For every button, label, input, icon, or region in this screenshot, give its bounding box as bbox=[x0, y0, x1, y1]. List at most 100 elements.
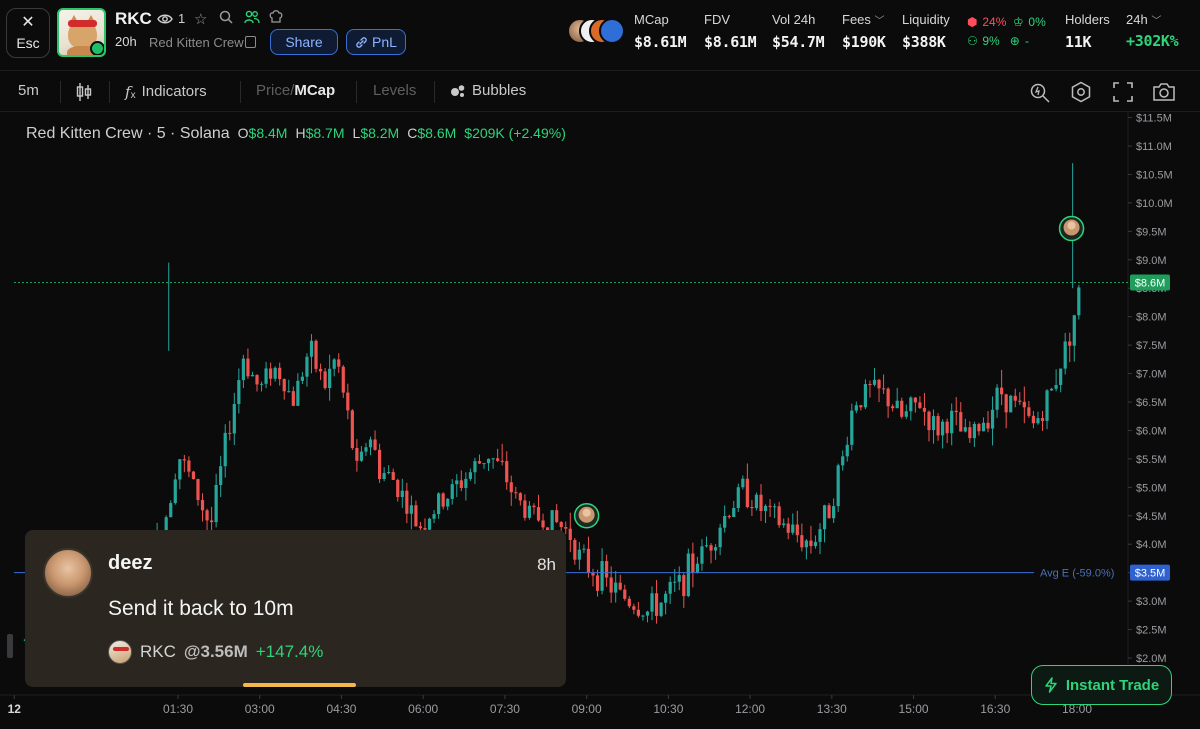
users-icon[interactable] bbox=[244, 10, 260, 28]
candle-body bbox=[341, 366, 345, 393]
stat-label: Vol 24h bbox=[772, 12, 816, 27]
comment-username[interactable]: deez bbox=[108, 552, 152, 575]
candle-body bbox=[727, 515, 731, 517]
candle-body bbox=[677, 575, 681, 582]
eye-icon bbox=[157, 14, 173, 23]
interval-button[interactable]: 5m bbox=[18, 82, 39, 99]
candle-body bbox=[609, 577, 613, 593]
esc-label: Esc bbox=[16, 35, 40, 51]
copy-icon[interactable] bbox=[245, 36, 256, 48]
price-option[interactable]: Price bbox=[256, 82, 290, 99]
candle-body bbox=[745, 478, 749, 507]
candle-body bbox=[963, 427, 967, 432]
candle-body bbox=[250, 374, 255, 377]
candle-body bbox=[259, 383, 264, 385]
pnl-button[interactable]: PnL bbox=[346, 29, 406, 55]
y-tick-label: $11.0M bbox=[1136, 141, 1172, 153]
indicators-button[interactable]: fx Indicators bbox=[125, 82, 207, 102]
mcap-option[interactable]: MCap bbox=[294, 82, 335, 99]
candle-body bbox=[491, 458, 495, 460]
avatar[interactable] bbox=[43, 548, 93, 598]
divider bbox=[109, 81, 110, 103]
candle-body bbox=[232, 403, 236, 434]
y-tick-label: $5.0M bbox=[1136, 482, 1167, 494]
token-logo[interactable] bbox=[57, 8, 106, 57]
candle-body bbox=[418, 526, 423, 529]
stat-value: $8.61M bbox=[704, 33, 757, 51]
candle-body bbox=[1068, 341, 1072, 346]
candle-body bbox=[927, 411, 931, 431]
comment-popup[interactable]: deez 8h Send it back to 10m RKC @3.56M +… bbox=[25, 530, 566, 687]
candle-body bbox=[359, 451, 364, 461]
candle-body bbox=[886, 388, 890, 407]
carousel-indicator[interactable] bbox=[243, 683, 356, 687]
candle-body bbox=[623, 589, 627, 599]
candle-body bbox=[904, 411, 908, 417]
instant-trade-button[interactable]: Instant Trade bbox=[1031, 665, 1172, 705]
chef-hat-icon[interactable] bbox=[269, 10, 283, 28]
timeframe-select[interactable]: 24h ﹀ bbox=[1126, 12, 1161, 27]
bubbles-label: Bubbles bbox=[472, 82, 527, 99]
levels-button[interactable]: Levels bbox=[373, 82, 416, 99]
x-tick-label: 12 bbox=[8, 702, 22, 716]
bubbles-button[interactable]: Bubbles bbox=[450, 82, 526, 99]
legend-change: $209K (+2.49%) bbox=[464, 125, 566, 141]
y-tick-label: $5.5M bbox=[1136, 454, 1167, 466]
star-icon[interactable]: ☆ bbox=[194, 10, 207, 28]
token-header: ✕ Esc RKC 1 ☆ 20h Red Kitten Crew Share … bbox=[0, 0, 1200, 70]
candle-type-button[interactable] bbox=[75, 82, 93, 102]
stat-fees[interactable]: Fees ﹀ $190K bbox=[842, 12, 886, 51]
candle-body bbox=[486, 458, 491, 464]
candle-body bbox=[841, 456, 845, 466]
candle-body bbox=[323, 371, 327, 389]
candle-body bbox=[795, 524, 799, 536]
fullscreen-icon[interactable] bbox=[1110, 79, 1136, 105]
candle-body bbox=[300, 376, 305, 381]
y-tick-label: $2.5M bbox=[1136, 625, 1167, 637]
stat-label: MCap bbox=[634, 12, 669, 27]
candle-body bbox=[845, 444, 849, 457]
chef-hat-icon: ♔ bbox=[1013, 15, 1024, 29]
price-mcap-toggle[interactable]: Price/MCap bbox=[256, 82, 335, 99]
candle-body bbox=[872, 379, 877, 385]
settings-icon[interactable] bbox=[1068, 79, 1094, 105]
y-tick-label: $8.0M bbox=[1136, 312, 1167, 324]
candle-body bbox=[555, 510, 559, 523]
camera-icon[interactable] bbox=[1151, 79, 1177, 105]
candle-body bbox=[241, 358, 245, 381]
candle-body bbox=[586, 548, 591, 573]
zoom-tool-icon[interactable] bbox=[1027, 79, 1053, 105]
candle-body bbox=[496, 458, 500, 461]
avg-entry-tag-label: $3.5M bbox=[1135, 568, 1166, 580]
candle-body bbox=[1063, 341, 1067, 369]
stat-label: Holders bbox=[1065, 12, 1110, 27]
candle-body bbox=[913, 397, 917, 403]
search-icon[interactable] bbox=[219, 10, 233, 28]
watchers-count[interactable]: 1 bbox=[157, 11, 185, 26]
risk-indicators[interactable]: ⬢ 24% ♔ 0% ⚇ 9% ⊕ - bbox=[967, 13, 1046, 51]
top-traders-avatars[interactable] bbox=[567, 18, 627, 46]
candle-body bbox=[809, 540, 813, 547]
token-age: 20h bbox=[115, 34, 137, 49]
share-button[interactable]: Share bbox=[270, 29, 338, 55]
candle-body bbox=[1018, 400, 1022, 402]
stat-fdv: FDV $8.61M bbox=[704, 12, 757, 51]
candle-body bbox=[536, 507, 541, 521]
candle-body bbox=[791, 524, 795, 533]
candle-body bbox=[827, 505, 831, 519]
chevron-down-icon: ﹀ bbox=[1151, 16, 1162, 27]
legend-open-label: O bbox=[237, 125, 249, 141]
esc-button[interactable]: ✕ Esc bbox=[6, 8, 50, 58]
candle-body bbox=[1045, 390, 1049, 421]
candle-body bbox=[1031, 415, 1036, 424]
candle-body bbox=[455, 480, 459, 485]
candle-body bbox=[405, 490, 409, 514]
candle-body bbox=[523, 500, 527, 518]
candle-body bbox=[959, 412, 963, 432]
stat-volume: Vol 24h $54.7M bbox=[772, 12, 825, 51]
candle-body bbox=[328, 368, 332, 389]
candle-body bbox=[832, 506, 836, 519]
candle-body bbox=[368, 439, 373, 448]
comment-bubble-face bbox=[1067, 221, 1076, 230]
candle-body bbox=[1004, 394, 1008, 413]
